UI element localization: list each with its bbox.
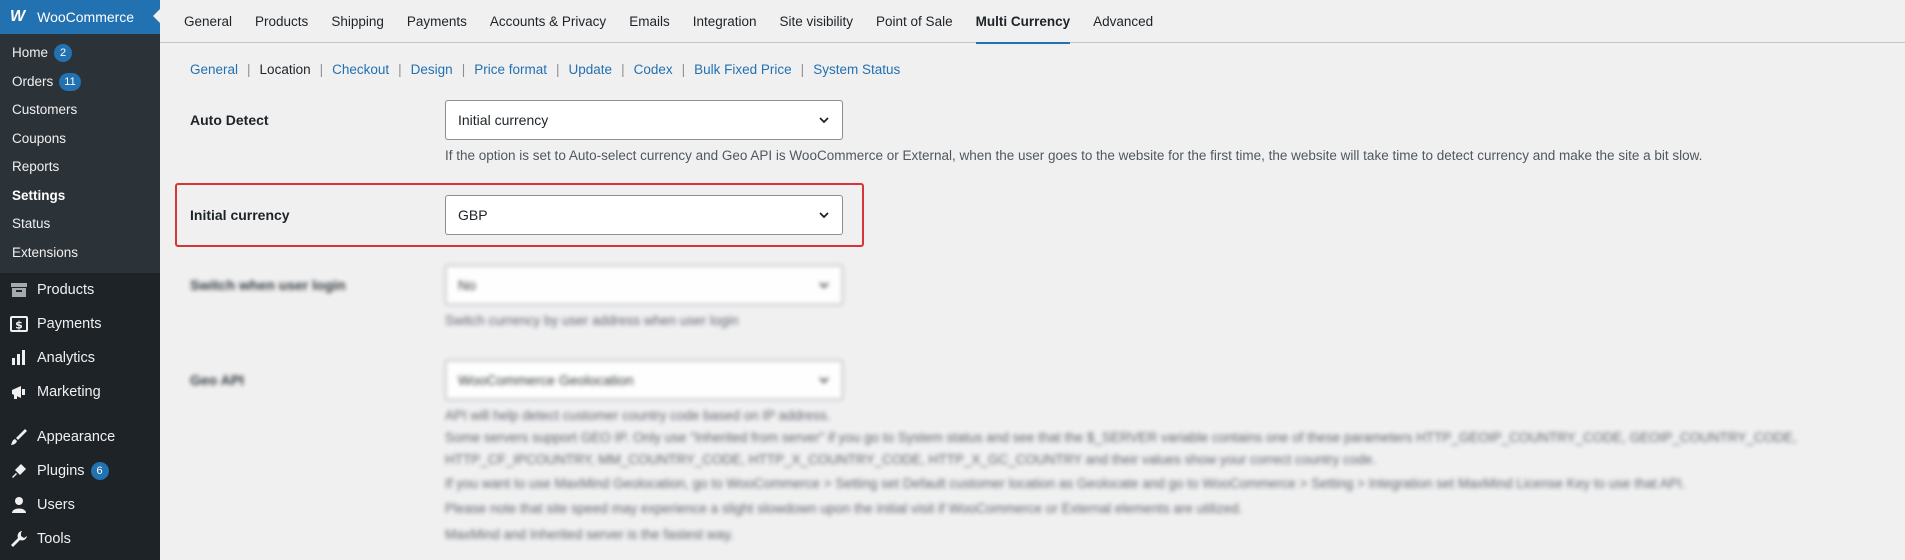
chevron-down-icon — [819, 212, 829, 219]
woocommerce-logo-icon: W — [10, 8, 26, 25]
subnav-checkout[interactable]: Checkout — [332, 62, 389, 77]
subnav-bulk-fixed-price[interactable]: Bulk Fixed Price — [694, 62, 792, 77]
plug-icon — [10, 462, 28, 480]
geo-api-label: Geo API — [190, 372, 244, 388]
submenu-item-home[interactable]: Home 2 — [0, 39, 160, 68]
subnav-separator: | — [681, 62, 686, 77]
archive-icon — [10, 281, 28, 299]
dollar-icon: $ — [10, 315, 28, 333]
chevron-down-icon — [819, 282, 829, 289]
switch-login-label: Switch when user login — [190, 277, 346, 293]
geo-api-description-4: If you want to use MaxMind Geolocation, … — [445, 476, 1686, 491]
geo-api-value: WooCommerce Geolocation — [458, 372, 634, 388]
woocommerce-submenu: Home 2 Orders 11 Customers Coupons Reports… — [0, 34, 160, 273]
woocommerce-menu-header[interactable]: W WooCommerce — [0, 0, 161, 34]
chevron-down-icon — [819, 377, 829, 384]
subnav-system-status[interactable]: System Status — [813, 62, 900, 77]
chevron-down-icon — [819, 117, 829, 124]
tab-emails[interactable]: Emails — [629, 0, 670, 43]
menu-item-users[interactable]: Users — [0, 488, 160, 522]
multi-currency-subnav: General | Location | Checkout | Design | Pri… — [190, 62, 900, 77]
switch-login-select[interactable]: No — [445, 265, 843, 305]
tab-integration[interactable]: Integration — [693, 0, 757, 43]
subnav-codex[interactable]: Codex — [634, 62, 673, 77]
subnav-design[interactable]: Design — [411, 62, 453, 77]
subnav-separator: | — [621, 62, 625, 77]
tab-general[interactable]: General — [184, 0, 232, 43]
submenu-item-extensions[interactable]: Extensions — [0, 239, 160, 268]
menu-item-appearance[interactable]: Appearance — [0, 420, 160, 454]
plugins-update-badge: 6 — [90, 462, 109, 480]
tab-products[interactable]: Products — [255, 0, 308, 43]
menu-item-products[interactable]: Products — [0, 273, 160, 307]
geo-api-description-1: API will help detect customer country co… — [445, 408, 831, 423]
menu-separator — [0, 409, 160, 420]
menu-item-plugins[interactable]: Plugins 6 — [0, 454, 160, 488]
auto-detect-description: If the option is set to Auto-select curr… — [445, 148, 1703, 163]
submenu-item-status[interactable]: Status — [0, 210, 160, 239]
admin-sidebar: W WooCommerce Home 2 Orders 11 Customers C… — [0, 0, 161, 560]
megaphone-icon — [10, 383, 28, 401]
geo-api-description-5: Please note that site speed may experien… — [445, 501, 1243, 516]
subnav-update[interactable]: Update — [569, 62, 613, 77]
woocommerce-menu-label: WooCommerce — [37, 9, 135, 25]
admin-main-menu: Products $ Payments Analytics Marketing … — [0, 273, 160, 556]
subnav-separator: | — [556, 62, 560, 77]
submenu-item-reports[interactable]: Reports — [0, 153, 160, 182]
auto-detect-select[interactable]: Initial currency — [445, 100, 843, 140]
menu-item-tools[interactable]: Tools — [0, 522, 160, 556]
subnav-separator: | — [319, 62, 324, 77]
wrench-icon — [10, 530, 28, 548]
tab-advanced[interactable]: Advanced — [1093, 0, 1153, 43]
auto-detect-value: Initial currency — [458, 112, 549, 128]
submenu-item-orders[interactable]: Orders 11 — [0, 68, 160, 97]
geo-api-description-3: HTTP_CF_IPCOUNTRY, MM_COUNTRY_CODE, HTTP… — [445, 452, 1377, 467]
orders-count-badge: 11 — [59, 72, 81, 91]
initial-currency-label: Initial currency — [190, 207, 290, 223]
home-count-badge: 2 — [54, 44, 73, 63]
menu-item-marketing[interactable]: Marketing — [0, 375, 160, 409]
subnav-price-format[interactable]: Price format — [474, 62, 547, 77]
brush-icon — [10, 428, 28, 446]
tab-multi-currency[interactable]: Multi Currency — [975, 0, 1070, 44]
menu-item-payments[interactable]: $ Payments — [0, 307, 160, 341]
subnav-separator: | — [247, 62, 251, 77]
geo-api-select[interactable]: WooCommerce Geolocation — [445, 360, 843, 400]
bar-chart-icon — [10, 349, 28, 367]
initial-currency-select[interactable]: GBP — [445, 195, 843, 235]
geo-api-description-6: MaxMind and Inherited server is the fast… — [445, 527, 734, 542]
subnav-separator: | — [800, 62, 805, 77]
tab-shipping[interactable]: Shipping — [331, 0, 384, 43]
subnav-separator: | — [461, 62, 466, 77]
auto-detect-label: Auto Detect — [190, 112, 269, 128]
user-icon — [10, 496, 28, 514]
tab-payments[interactable]: Payments — [407, 0, 467, 43]
subnav-separator: | — [398, 62, 402, 77]
tab-accounts-privacy[interactable]: Accounts & Privacy — [490, 0, 606, 43]
tab-point-of-sale[interactable]: Point of Sale — [876, 0, 953, 43]
menu-item-analytics[interactable]: Analytics — [0, 341, 160, 375]
switch-login-description: Switch currency by user address when use… — [445, 313, 739, 328]
submenu-item-settings[interactable]: Settings — [0, 182, 160, 211]
submenu-item-customers[interactable]: Customers — [0, 96, 160, 125]
tab-site-visibility[interactable]: Site visibility — [780, 0, 854, 43]
svg-text:$: $ — [15, 319, 23, 332]
switch-login-value: No — [458, 277, 476, 293]
settings-tabs: General Products Shipping Payments Accou… — [160, 0, 1905, 44]
geo-api-description-2: Some servers support GEO IP. Only use "I… — [445, 430, 1797, 445]
subnav-location[interactable]: Location — [260, 62, 311, 77]
initial-currency-value: GBP — [458, 207, 488, 223]
submenu-item-coupons[interactable]: Coupons — [0, 125, 160, 154]
subnav-general[interactable]: General — [190, 62, 238, 77]
